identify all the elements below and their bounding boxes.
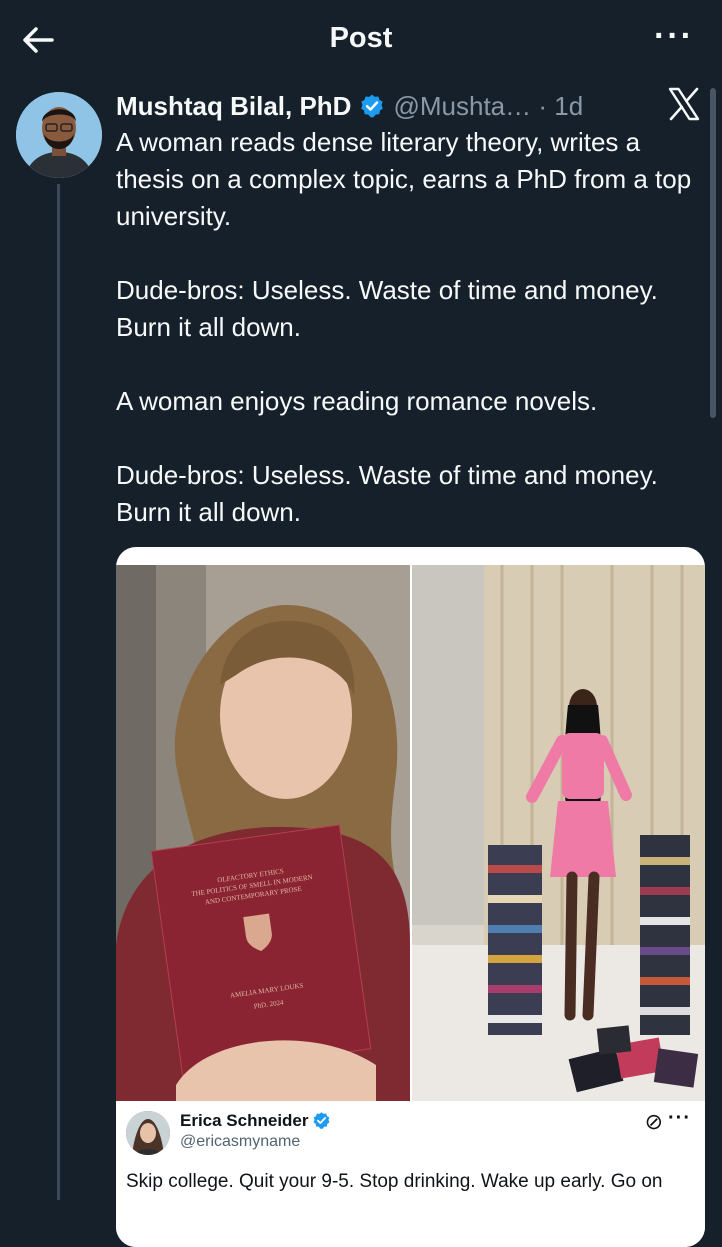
quoted-author-name[interactable]: Erica Schneider — [180, 1111, 309, 1131]
scrollbar[interactable] — [710, 88, 716, 418]
quoted-avatar-image — [126, 1111, 170, 1155]
more-horizontal-icon[interactable]: ··· — [668, 1107, 691, 1130]
photo-romance-novels[interactable] — [412, 565, 705, 1101]
verified-badge-icon — [361, 94, 384, 118]
x-logo-icon — [668, 87, 700, 121]
tweet-paragraph: Dude-bros: Useless. Waste of time and mo… — [116, 275, 658, 342]
tweet-paragraph: A woman enjoys reading romance novels. — [116, 386, 598, 416]
grok-icon[interactable]: ⊘ — [645, 1109, 663, 1135]
more-horizontal-icon[interactable]: ··· — [654, 19, 694, 53]
page-title: Post — [329, 22, 393, 54]
tweet-media[interactable]: OLFACTORY ETHICS THE POLITICS OF SMELL I… — [116, 547, 705, 1247]
quoted-author-handle[interactable]: @ericasmyname — [180, 1133, 300, 1151]
photo-phd-thesis[interactable]: OLFACTORY ETHICS THE POLITICS OF SMELL I… — [116, 565, 410, 1101]
photo-woman-with-books — [412, 565, 705, 1101]
avatar[interactable] — [16, 92, 102, 178]
thread-line — [57, 184, 60, 1200]
tweet-paragraph: Dude-bros: Useless. Waste of time and mo… — [116, 460, 658, 527]
avatar-image — [16, 92, 102, 178]
tweet-paragraph: A woman reads dense literary theory, wri… — [116, 127, 692, 231]
photo-woman-with-thesis: OLFACTORY ETHICS THE POLITICS OF SMELL I… — [116, 565, 410, 1101]
tweet-body: A woman reads dense literary theory, wri… — [116, 124, 706, 568]
author-handle[interactable]: @Mushta… · 1d — [393, 91, 583, 122]
top-bar: Post ··· — [0, 0, 722, 80]
tweet-header: Mushtaq Bilal, PhD @Mushta… · 1d — [116, 88, 583, 124]
quoted-avatar[interactable] — [126, 1111, 170, 1155]
quoted-tweet[interactable]: Erica Schneider @ericasmyname ⊘ ··· Skip… — [116, 1101, 705, 1247]
quoted-tweet-text: Skip college. Quit your 9-5. Stop drinki… — [126, 1171, 663, 1192]
verified-badge-icon — [313, 1112, 330, 1129]
author-name[interactable]: Mushtaq Bilal, PhD — [116, 91, 351, 122]
